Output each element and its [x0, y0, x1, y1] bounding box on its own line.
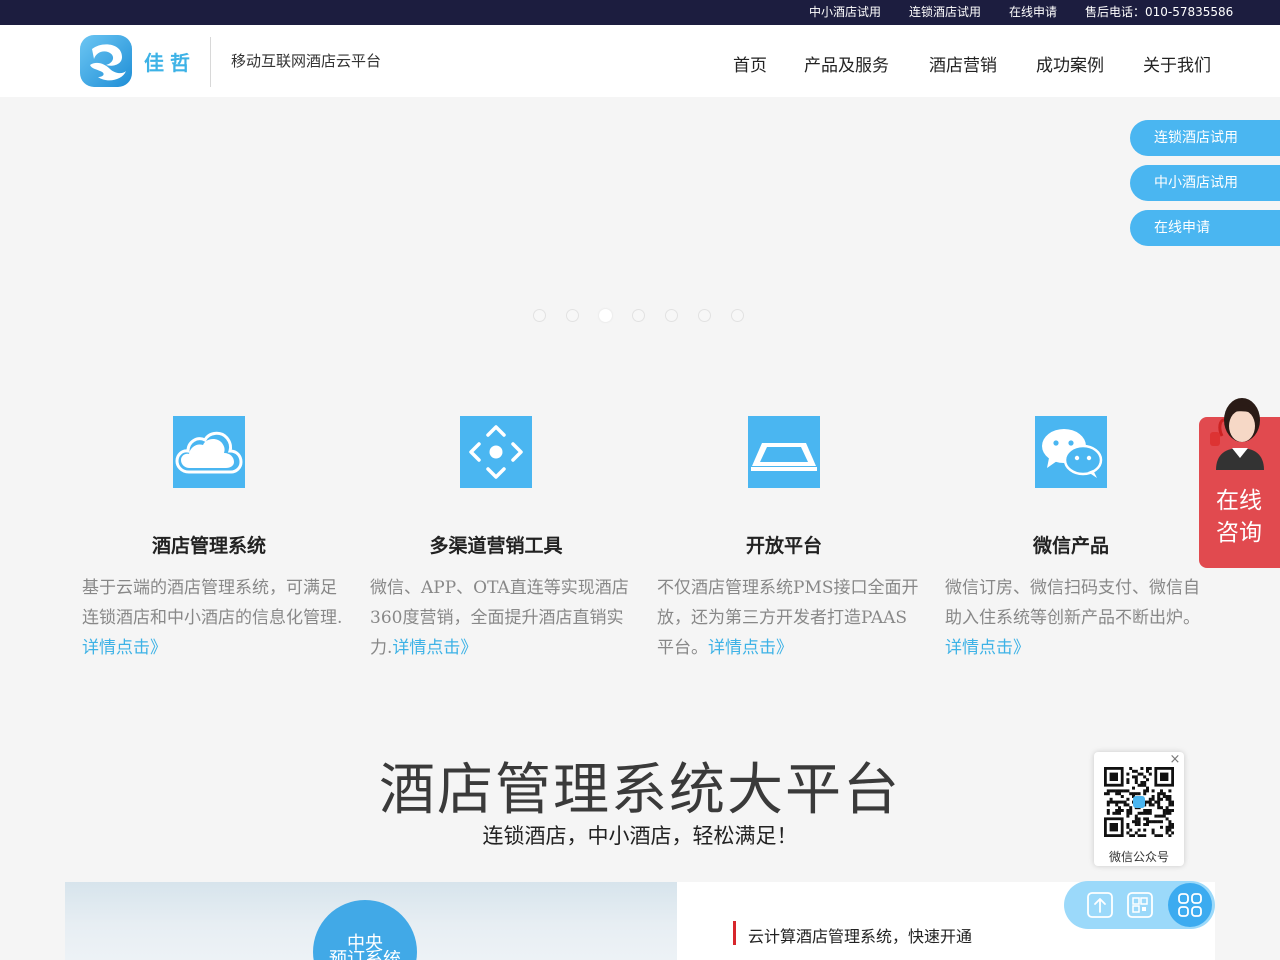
nav-cases[interactable]: 成功案例: [1036, 51, 1104, 76]
top-bar: 中小酒店试用 连锁酒店试用 在线申请 售后电话：010-57835586: [0, 0, 1280, 25]
site-slogan: 移动互联网酒店云平台: [231, 52, 382, 70]
feature-title: 酒店管理系统: [151, 535, 266, 557]
wechat-icon[interactable]: [1035, 416, 1107, 488]
banner-dot-active[interactable]: [599, 309, 612, 322]
platform-icon[interactable]: [748, 416, 820, 488]
feature-more-link[interactable]: 详情点击》: [708, 638, 793, 658]
feature-description: 微信、APP、OTA直连等实现酒店360度营销，全面提升酒店直销实力.详情点击》: [370, 573, 632, 663]
nav-marketing[interactable]: 酒店营销: [929, 51, 997, 76]
banner-dot[interactable]: [533, 309, 546, 322]
close-icon[interactable]: ×: [1169, 753, 1181, 766]
feature-description: 不仅酒店管理系统PMS接口全面开放，还为第三方开发者打造PAAS平台。详情点击》: [657, 573, 919, 663]
topbar-support-phone: 售后电话：010-57835586: [1085, 5, 1234, 19]
crs-circle-label: 预订系统: [313, 950, 417, 960]
feature-more-link[interactable]: 详情点击》: [392, 638, 477, 658]
arrows-icon[interactable]: [460, 416, 532, 488]
nav-products[interactable]: 产品及服务: [804, 51, 889, 76]
section-subtitle: 连锁酒店，中小酒店，轻松满足！: [482, 824, 798, 848]
side-pill-chain-hotel-trial[interactable]: 连锁酒店试用: [1130, 120, 1280, 156]
logo-text[interactable]: 佳哲: [144, 47, 196, 76]
logo-divider: [210, 37, 211, 87]
feature-title: 开放平台: [745, 535, 822, 557]
qr-label: 微信公众号: [1108, 850, 1169, 864]
feature-description-text: 微信订房、微信扫码支付、微信自助入住系统等创新产品不断出炉。: [945, 578, 1200, 628]
banner-dot[interactable]: [698, 309, 711, 322]
hero-banner[interactable]: [0, 97, 1280, 340]
feature-title: 多渠道营销工具: [429, 535, 563, 557]
qr-code-icon[interactable]: [1126, 891, 1154, 919]
nav-home[interactable]: 首页: [733, 51, 767, 76]
section-title: 酒店管理系统大平台: [379, 758, 901, 823]
feature-title: 微信产品: [1032, 535, 1109, 557]
customer-service-avatar[interactable]: [1202, 390, 1278, 470]
feature-list-item: 云计算酒店管理系统，快速开通: [748, 927, 973, 946]
online-consult-label[interactable]: 在线 咨询: [1206, 485, 1272, 549]
qr-code-image: [1104, 767, 1174, 837]
online-consult-line: 在线: [1216, 488, 1262, 514]
feature-more-link[interactable]: 详情点击》: [945, 638, 1030, 658]
banner-dot[interactable]: [566, 309, 579, 322]
online-consult-line: 咨询: [1216, 520, 1262, 546]
banner-dot[interactable]: [665, 309, 678, 322]
banner-dot[interactable]: [632, 309, 645, 322]
topbar-link-small-hotel-trial[interactable]: 中小酒店试用: [809, 0, 881, 25]
side-pill-small-hotel-trial[interactable]: 中小酒店试用: [1130, 165, 1280, 201]
nav-about[interactable]: 关于我们: [1143, 51, 1211, 76]
list-marker: [733, 921, 736, 945]
side-pill-online-apply[interactable]: 在线申请: [1130, 210, 1280, 246]
feature-description: 微信订房、微信扫码支付、微信自助入住系统等创新产品不断出炉。详情点击》: [945, 573, 1207, 663]
logo-icon[interactable]: [80, 35, 132, 87]
back-to-top-icon[interactable]: [1086, 891, 1114, 919]
cloud-icon[interactable]: [173, 416, 245, 488]
banner-dot[interactable]: [731, 309, 744, 322]
grid-menu-icon[interactable]: [1176, 891, 1204, 919]
feature-description-text: 基于云端的酒店管理系统，可满足连锁酒店和中小酒店的信息化管理.: [82, 578, 343, 628]
topbar-link-online-apply[interactable]: 在线申请: [1009, 0, 1057, 25]
feature-more-link[interactable]: 详情点击》: [82, 638, 167, 658]
feature-description: 基于云端的酒店管理系统，可满足连锁酒店和中小酒店的信息化管理. 详情点击》: [82, 573, 344, 663]
topbar-link-chain-hotel-trial[interactable]: 连锁酒店试用: [909, 0, 981, 25]
site-header: 佳哲 移动互联网酒店云平台 首页 产品及服务 酒店营销 成功案例 关于我们: [0, 25, 1280, 97]
